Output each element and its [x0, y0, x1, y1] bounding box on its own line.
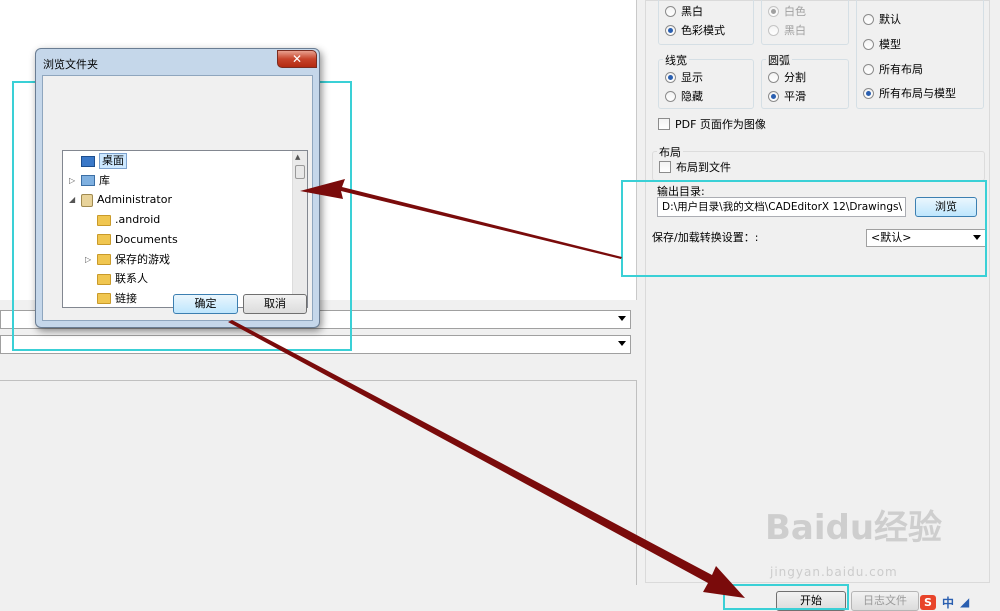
- arrow-to-start: [228, 320, 745, 598]
- annotation-arrows: [228, 179, 745, 598]
- arrow-to-dialog: [300, 179, 622, 259]
